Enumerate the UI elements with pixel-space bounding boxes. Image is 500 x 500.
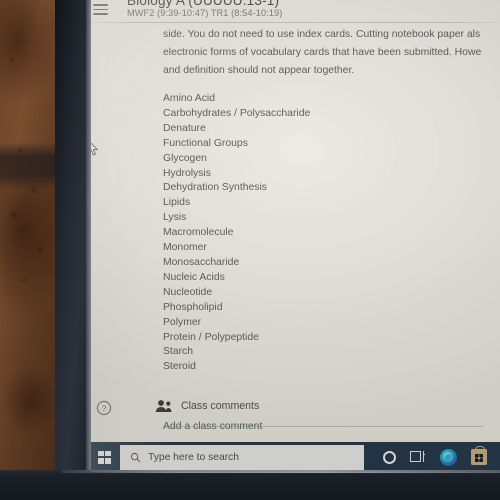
list-item: Monosaccharide [163, 256, 240, 268]
task-view-icon[interactable] [410, 450, 426, 464]
list-item: Nucleic Acids [163, 271, 225, 283]
list-item: Starch [163, 346, 194, 358]
laptop-screen: Biology A (UUUUU.13-1) MWF2 (9:39-10:47)… [91, 0, 500, 472]
list-item: Glycogen [163, 152, 207, 164]
list-item: Dehydration Synthesis [163, 182, 267, 194]
cortana-icon[interactable] [383, 450, 397, 464]
list-item: Amino Acid [163, 93, 215, 104]
windows-logo-icon [98, 450, 111, 464]
class-comments-label: Class comments [181, 400, 260, 412]
search-input[interactable]: Type here to search [120, 444, 364, 470]
description-line: electronic forms of vocabulary cards tha… [163, 47, 482, 58]
people-group-icon [155, 399, 173, 413]
list-item: Nucleotide [163, 286, 213, 298]
vocabulary-term-list: Amino Acid Carbohydrates / Polysaccharid… [163, 92, 500, 375]
mouse-arrow-cursor [91, 142, 99, 156]
list-item: Hydrolysis [163, 167, 211, 179]
list-item: Phospholipid [163, 301, 223, 313]
header-divider [91, 22, 500, 23]
svg-text:?: ? [102, 403, 107, 413]
course-schedule: MWF2 (9:39-10:47) TR1 (8:54-10:19) [127, 8, 283, 18]
list-item: Steroid [163, 361, 196, 373]
hamburger-menu-icon[interactable] [92, 1, 109, 15]
microsoft-store-icon[interactable] [470, 445, 487, 465]
list-item: Lipids [163, 197, 191, 209]
desk-shadow [0, 142, 62, 190]
wooden-desk-surface [0, 0, 62, 500]
list-item: Polymer [163, 316, 202, 328]
assignment-description: side. You do not need to use index cards… [163, 26, 500, 80]
google-classroom-window: Biology A (UUUUU.13-1) MWF2 (9:39-10:47)… [91, 0, 500, 472]
start-button[interactable] [91, 442, 118, 472]
list-item: Monomer [163, 242, 207, 254]
course-title: Biology A (UUUUU.13-1) [127, 0, 280, 8]
desk-carved-pattern [0, 0, 62, 500]
windows-taskbar: Type here to search [91, 442, 500, 472]
search-magnifier-icon [130, 452, 141, 462]
taskbar-tray [364, 445, 500, 466]
list-item: Functional Groups [163, 137, 248, 149]
microsoft-edge-icon[interactable] [439, 448, 457, 466]
laptop-screen-bottom-edge [62, 470, 500, 473]
laptop-photo-scene: Biology A (UUUUU.13-1) MWF2 (9:39-10:47)… [0, 0, 500, 500]
help-question-icon[interactable]: ? [96, 400, 112, 416]
search-placeholder-text: Type here to search [148, 451, 240, 463]
laptop-bezel-bottom [0, 470, 500, 500]
classroom-header: Biology A (UUUUU.13-1) MWF2 (9:39-10:47)… [91, 0, 500, 23]
description-line: side. You do not need to use index cards… [163, 29, 481, 40]
list-item: Macromolecule [163, 227, 234, 239]
class-comments-section: ? Class comments Add a class comment [91, 396, 500, 442]
list-item: Carbohydrates / Polysaccharide [163, 107, 311, 119]
list-item: Lysis [163, 212, 187, 224]
description-line: and definition should not appear togethe… [163, 65, 355, 76]
assignment-body: side. You do not need to use index cards… [91, 26, 500, 375]
list-item: Protein / Polypeptide [163, 331, 259, 343]
list-item: Denature [163, 122, 206, 134]
comment-input-underline [163, 426, 483, 427]
